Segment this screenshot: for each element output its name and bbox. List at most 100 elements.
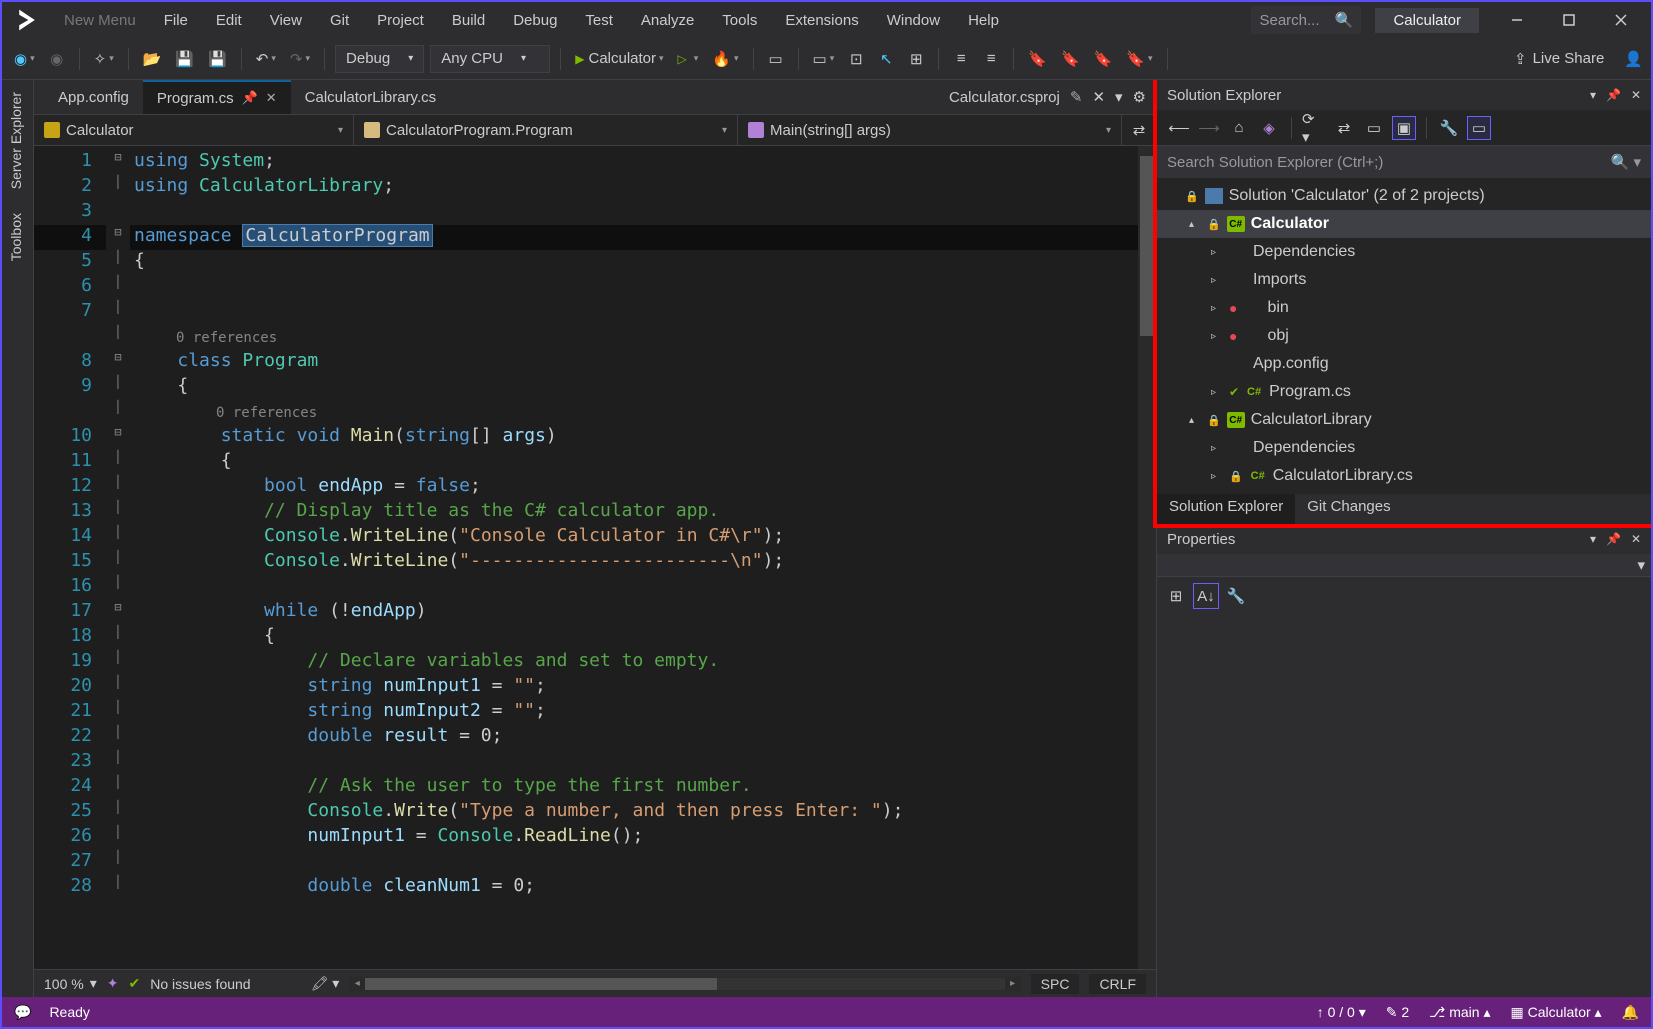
se-show-all-button[interactable]: ▣ [1392, 116, 1416, 140]
menu-view[interactable]: View [258, 6, 314, 35]
start-nodbg-button[interactable]: ▷ [674, 45, 703, 73]
property-pages-button[interactable]: 🔧 [1223, 583, 1249, 609]
tree-node[interactable]: ▹Dependencies [1157, 238, 1651, 266]
btn-b[interactable]: ↖ [874, 45, 898, 73]
menu-file[interactable]: File [152, 6, 200, 35]
save-all-button[interactable]: 💾 [204, 45, 231, 73]
config-dropdown[interactable]: Debug [335, 45, 424, 73]
project-indicator[interactable]: ▦ Calculator ▴ [1510, 1004, 1601, 1021]
intellisense-icon[interactable]: ✦ [107, 975, 119, 992]
panel-pin-icon[interactable]: 📌 [1606, 88, 1621, 102]
notifications-icon[interactable]: 🔔 [1622, 1004, 1639, 1021]
menu-help[interactable]: Help [956, 6, 1011, 35]
next-bookmark-button[interactable]: 🔖 [1090, 45, 1117, 73]
tabs-settings-icon[interactable]: ⚙ [1133, 88, 1146, 106]
bookmark-button[interactable]: 🔖 [1024, 45, 1051, 73]
menu-window[interactable]: Window [875, 6, 952, 35]
tree-node[interactable]: ▹🔒C#CalculatorLibrary.cs [1157, 462, 1651, 490]
issues-label[interactable]: No issues found [150, 976, 250, 992]
tree-node[interactable]: ▹Dependencies [1157, 434, 1651, 462]
source-control-updown[interactable]: ↑ 0 / 0 ▾ [1317, 1004, 1366, 1021]
properties-object-dropdown[interactable]: ▾ [1157, 554, 1651, 576]
save-button[interactable]: 💾 [171, 45, 198, 73]
menu-edit[interactable]: Edit [204, 6, 254, 35]
panel-pin-icon[interactable]: 📌 [1606, 532, 1621, 546]
menu-analyze[interactable]: Analyze [629, 6, 706, 35]
hot-reload-button[interactable]: 🔥 [708, 45, 742, 73]
panel-dropdown-icon[interactable]: ▾ [1590, 88, 1596, 102]
branch-indicator[interactable]: ⎇ main ▴ [1429, 1004, 1490, 1021]
pending-changes[interactable]: ✎ 2 [1386, 1004, 1409, 1021]
menu-new-menu[interactable]: New Menu [52, 6, 148, 35]
highlighter-icon[interactable]: 🖍 ▾ [311, 975, 340, 992]
se-sync-button[interactable]: ⇄ [1332, 116, 1356, 140]
tree-node[interactable]: ▹●obj [1157, 322, 1651, 350]
start-debug-button[interactable]: ▶Calculator [571, 45, 667, 73]
menu-project[interactable]: Project [365, 6, 436, 35]
zoom-level[interactable]: 100 % ▾ [44, 975, 97, 992]
server-explorer-tab[interactable]: Server Explorer [2, 80, 30, 201]
categorized-button[interactable]: ⊞ [1163, 583, 1189, 609]
nav-project-dropdown[interactable]: Calculator [34, 115, 354, 145]
whitespace-indicator[interactable]: SPC [1031, 974, 1080, 994]
nav-class-dropdown[interactable]: CalculatorProgram.Program [354, 115, 738, 145]
feedback-icon[interactable]: 💬 [14, 1004, 31, 1021]
se-preview-button[interactable]: ▭ [1467, 116, 1491, 140]
menu-git[interactable]: Git [318, 6, 361, 35]
live-share-button[interactable]: ⇪ Live Share 👤 [1514, 50, 1643, 68]
right-doc-close-icon[interactable]: ✕ [1092, 88, 1105, 106]
nav-forward-button[interactable]: ◉ [45, 45, 69, 73]
app-select-button[interactable]: ▭ [809, 45, 839, 73]
tree-node[interactable]: ▹✔C#Program.cs [1157, 378, 1651, 406]
search-box[interactable]: Search... 🔍 [1251, 6, 1361, 34]
tree-node[interactable]: App.config [1157, 350, 1651, 378]
redo-button[interactable]: ↷ [286, 45, 314, 73]
startup-project-label[interactable]: Calculator [1375, 8, 1479, 33]
se-collapse-button[interactable]: ▭ [1362, 116, 1386, 140]
tree-node[interactable]: ▴🔒C#Calculator [1157, 210, 1651, 238]
undo-button[interactable]: ↶ [252, 45, 280, 73]
nav-back-button[interactable]: ◉ [10, 45, 39, 73]
btn-c[interactable]: ⊞ [904, 45, 928, 73]
menu-tools[interactable]: Tools [710, 6, 769, 35]
clear-bookmarks-button[interactable]: 🔖 [1122, 45, 1156, 73]
line-ending-indicator[interactable]: CRLF [1089, 974, 1146, 994]
tree-node[interactable]: ▴🔒C#CalculatorLibrary [1157, 406, 1651, 434]
right-doc-name[interactable]: Calculator.csproj [949, 89, 1060, 106]
alphabetical-button[interactable]: A↓ [1193, 583, 1219, 609]
tab-git-changes[interactable]: Git Changes [1295, 494, 1402, 524]
horizontal-scrollbar[interactable]: ◂▸ [349, 977, 1020, 991]
se-properties-button[interactable]: 🔧 [1437, 116, 1461, 140]
menu-debug[interactable]: Debug [501, 6, 569, 35]
se-refresh-button[interactable]: ⟳ ▾ [1302, 116, 1326, 140]
solution-tree[interactable]: 🔒Solution 'Calculator' (2 of 2 projects)… [1157, 178, 1651, 494]
new-item-button[interactable]: ✧ [90, 45, 118, 73]
panel-dropdown-icon[interactable]: ▾ [1590, 532, 1596, 546]
menu-test[interactable]: Test [573, 6, 625, 35]
tree-node[interactable]: ▹●bin [1157, 294, 1651, 322]
tree-node[interactable]: ▹Imports [1157, 266, 1651, 294]
se-switch-view-button[interactable]: ◈ [1257, 116, 1281, 140]
doc-tab-app-config[interactable]: App.config [44, 80, 143, 114]
tabs-overflow-icon[interactable]: ▾ [1115, 88, 1123, 106]
se-forward-button[interactable]: ⟶ [1197, 116, 1221, 140]
toolbox-tab[interactable]: Toolbox [2, 201, 30, 273]
nav-member-dropdown[interactable]: Main(string[] args) [738, 115, 1122, 145]
browser-link-button[interactable]: ▭ [764, 45, 788, 73]
minimize-button[interactable] [1493, 2, 1541, 38]
se-home-button[interactable]: ⌂ [1227, 116, 1251, 140]
doc-tab-program-cs[interactable]: Program.cs📌✕ [143, 80, 291, 114]
panel-close-icon[interactable]: ✕ [1631, 88, 1641, 102]
tree-node[interactable]: 🔒Solution 'Calculator' (2 of 2 projects) [1157, 182, 1651, 210]
vertical-scrollbar[interactable] [1138, 146, 1156, 969]
tab-solution-explorer[interactable]: Solution Explorer [1157, 494, 1295, 524]
split-editor-button[interactable]: ⇄ [1122, 115, 1156, 145]
panel-close-icon[interactable]: ✕ [1631, 532, 1641, 546]
maximize-button[interactable] [1545, 2, 1593, 38]
solution-explorer-search[interactable]: Search Solution Explorer (Ctrl+;) 🔍 ▾ [1157, 146, 1651, 178]
menu-extensions[interactable]: Extensions [773, 6, 870, 35]
close-button[interactable] [1597, 2, 1645, 38]
right-doc-edit-icon[interactable]: ✎ [1070, 88, 1083, 106]
btn-a[interactable]: ⊡ [844, 45, 868, 73]
prev-bookmark-button[interactable]: 🔖 [1057, 45, 1084, 73]
